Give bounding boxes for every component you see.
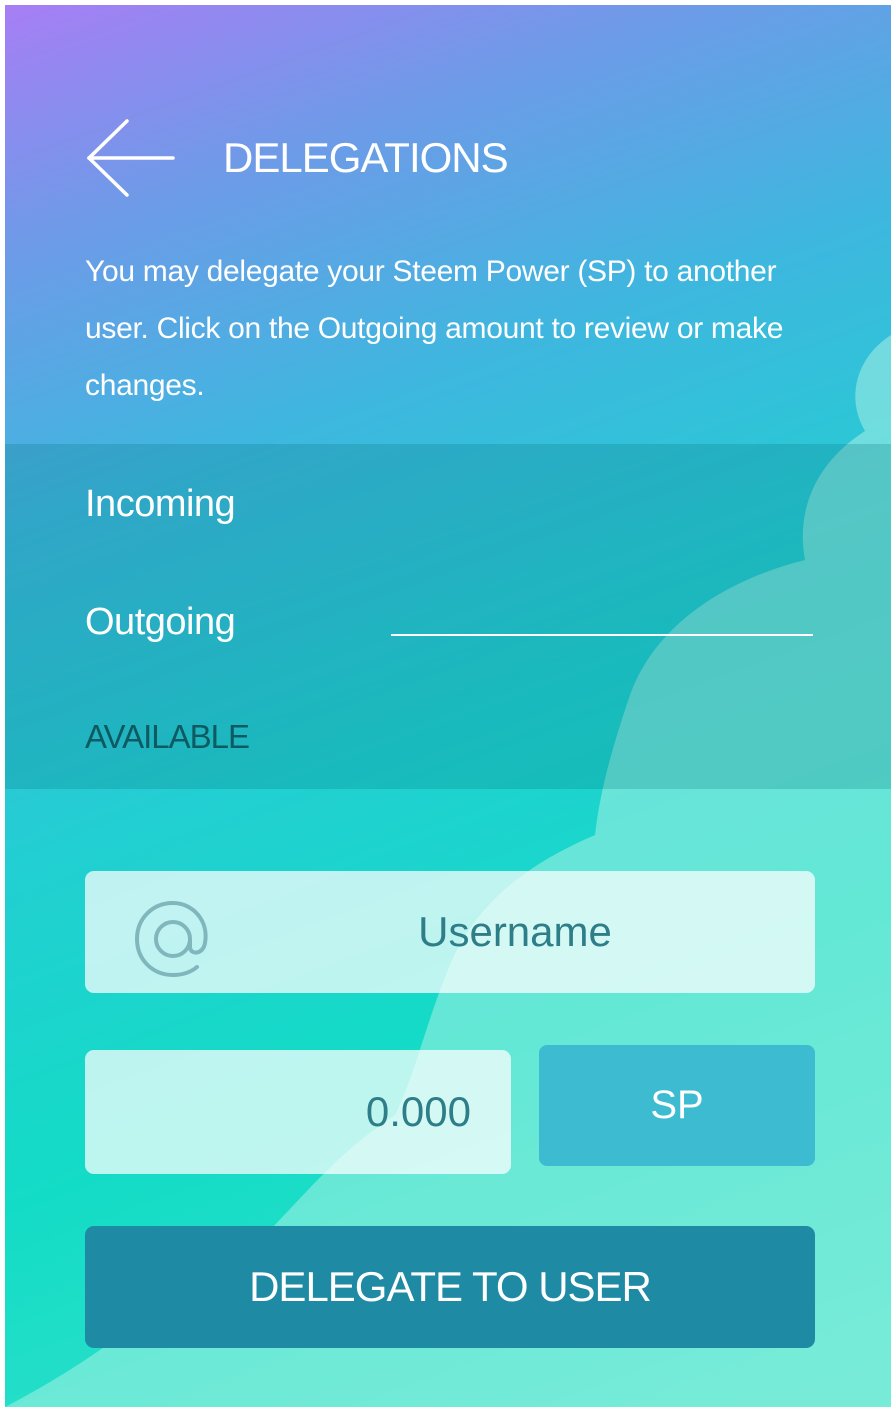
incoming-label: Incoming [85,483,236,525]
username-field[interactable] [85,871,815,993]
at-sign-icon [134,900,208,978]
currency-select-button[interactable]: SP [539,1045,815,1166]
header: DELEGATIONS [85,113,509,203]
page-title: DELEGATIONS [223,134,509,181]
available-label: AVAILABLE [85,718,250,755]
outgoing-amount-link[interactable] [391,634,813,636]
arrow-left-icon [87,119,175,197]
delegate-to-user-button[interactable]: DELEGATE TO USER [85,1226,815,1348]
back-button[interactable] [85,118,177,198]
outgoing-label: Outgoing [85,601,236,643]
amount-field[interactable] [85,1050,511,1174]
username-input[interactable] [235,871,795,993]
delegations-panel: DELEGATIONS You may delegate your Steem … [5,5,891,1407]
intro-text: You may delegate your Steem Power (SP) t… [85,255,784,402]
amount-input[interactable] [85,1050,511,1174]
